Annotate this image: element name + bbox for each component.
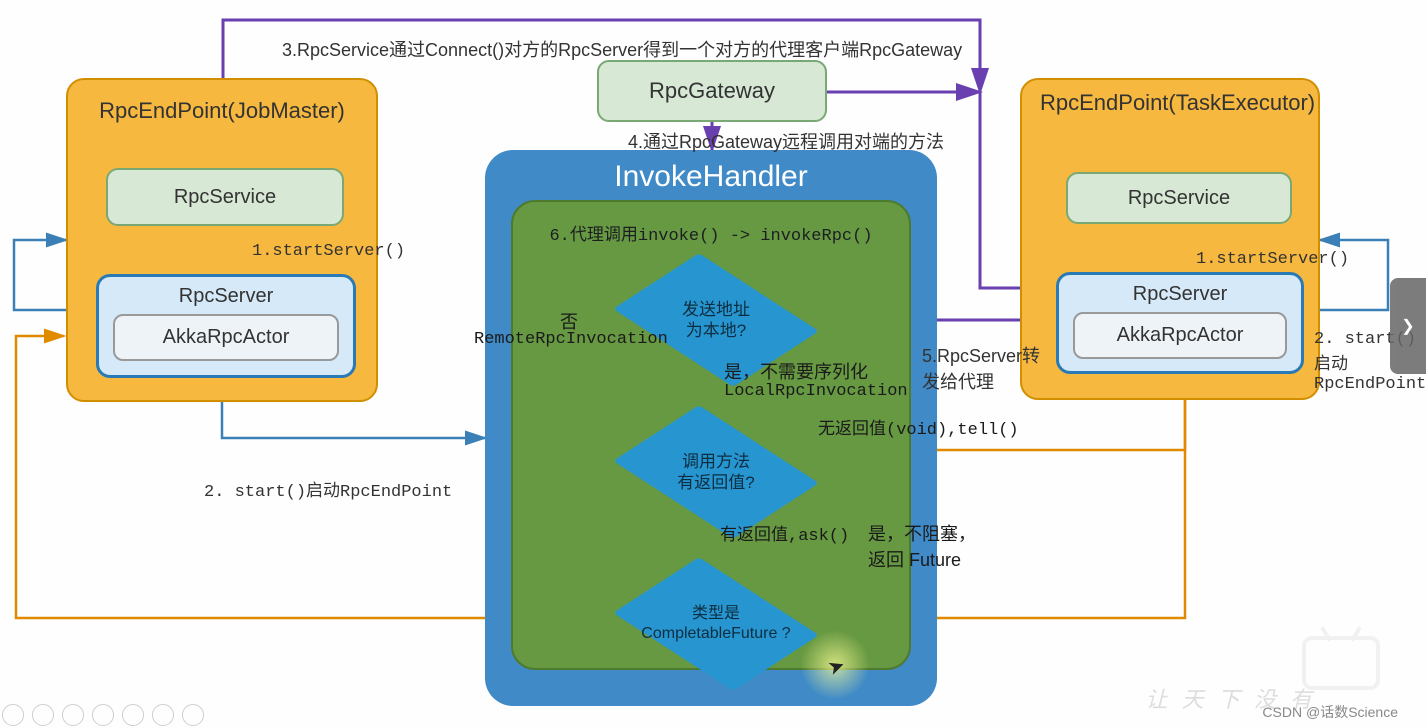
diamond-future: 类型是 CompletableFuture ? [617, 554, 815, 694]
label-step3: 3.RpcService通过Connect()对方的RpcServer得到一个对… [282, 36, 962, 62]
diamond-future-text: 类型是 CompletableFuture ? [617, 604, 815, 644]
tool-icon[interactable] [182, 704, 204, 726]
left-endpoint: RpcEndPoint(JobMaster) RpcService RpcSer… [66, 78, 378, 402]
tool-icon[interactable] [92, 704, 114, 726]
step6-label: 6.代理调用invoke() -> invokeRpc() [549, 220, 872, 246]
label-start-server-left: 1.startServer() [252, 242, 405, 261]
d1-yes-sub: LocalRpcInvocation [724, 382, 908, 401]
right-akka-actor: AkkaRpcActor [1073, 312, 1287, 359]
d1-yes: 是，不需要序列化 [724, 358, 868, 384]
left-rpc-service: RpcService [106, 168, 344, 226]
bottom-toolbar [2, 704, 204, 726]
tool-icon[interactable] [122, 704, 144, 726]
credit-text: CSDN @话数Science [1262, 702, 1398, 722]
right-rpc-server: RpcServer AkkaRpcActor [1056, 272, 1304, 374]
label-step4: 4.通过RpcGateway远程调用对端的方法 [628, 128, 944, 154]
label-step5: 5.RpcServer转发给代理 [922, 342, 1052, 394]
rpc-gateway: RpcGateway [597, 60, 827, 122]
right-rpc-server-title: RpcServer [1059, 283, 1301, 306]
d1-no-sub: RemoteRpcInvocation [474, 330, 668, 349]
label-start-endpoint-left: 2. start()启动RpcEndPoint [204, 476, 452, 502]
d2-void: 无返回值(void),tell() [818, 414, 1019, 440]
side-handle[interactable]: ❯ [1390, 278, 1426, 374]
label-start-server-right: 1.startServer() [1196, 250, 1349, 269]
right-rpc-service: RpcService [1066, 172, 1292, 224]
right-endpoint: RpcEndPoint(TaskExecutor) RpcService Rpc… [1020, 78, 1320, 400]
tool-icon[interactable] [32, 704, 54, 726]
left-endpoint-title: RpcEndPoint(JobMaster) [68, 80, 376, 124]
tool-icon[interactable] [2, 704, 24, 726]
right-endpoint-title: RpcEndPoint(TaskExecutor) [1022, 80, 1318, 116]
invoke-handler-title: InvokeHandler [485, 150, 937, 200]
d2-future: 是，不阻塞， 返回 Future [868, 520, 976, 572]
left-akka-actor: AkkaRpcActor [113, 314, 339, 361]
left-rpc-server: RpcServer AkkaRpcActor [96, 274, 356, 378]
tool-icon[interactable] [152, 704, 174, 726]
left-rpc-server-title: RpcServer [99, 285, 353, 308]
diamond-return-text: 调用方法 有返回值? [617, 451, 815, 494]
tool-icon[interactable] [62, 704, 84, 726]
d2-ask: 有返回值,ask() [720, 520, 849, 546]
